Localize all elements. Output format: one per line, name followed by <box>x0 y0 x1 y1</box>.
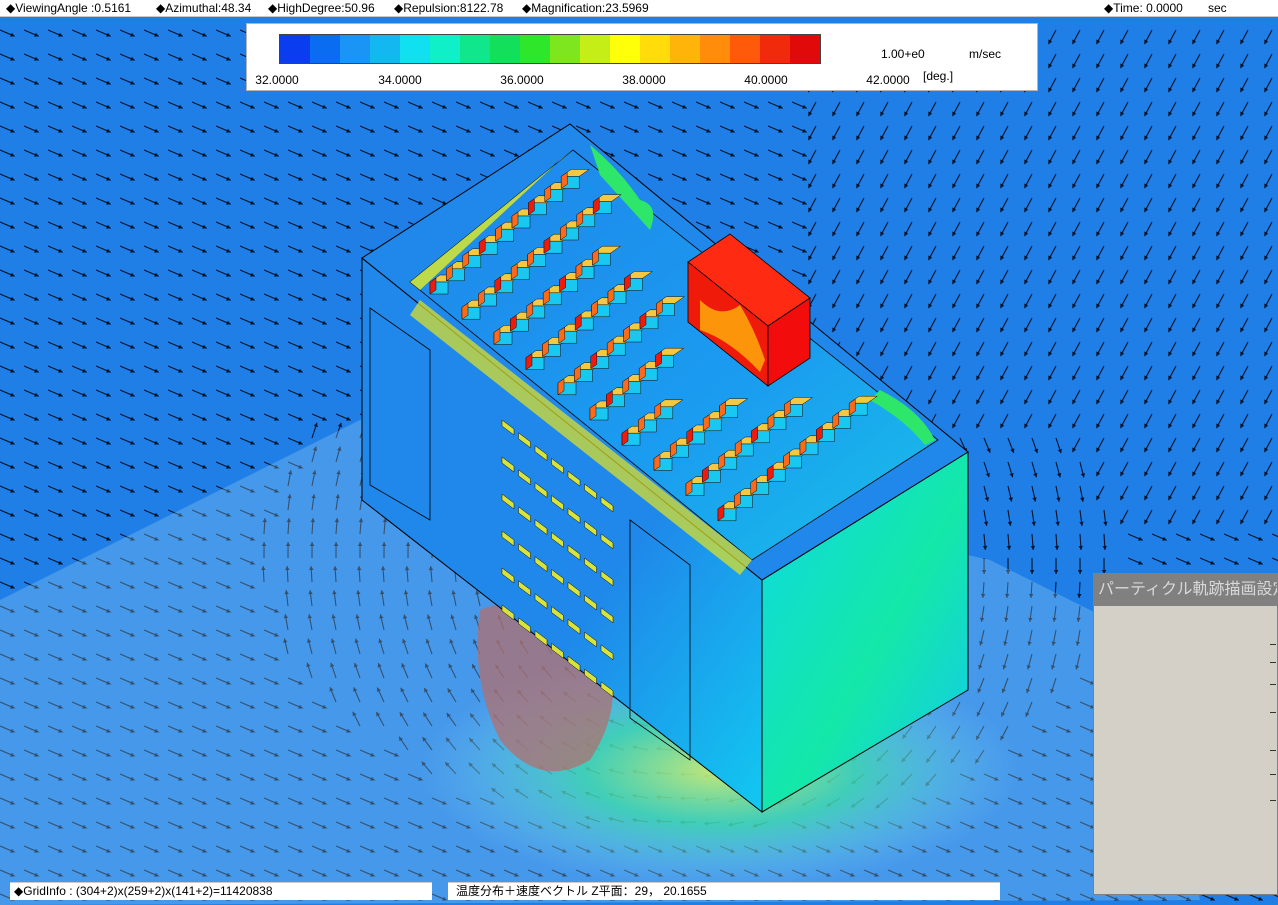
vector-scale-label: 1.00+e0 <box>881 47 925 61</box>
legend-swatch <box>640 35 670 63</box>
legend-swatch <box>550 35 580 63</box>
legend-tick-label: 34.0000 <box>378 73 422 87</box>
simulation-render <box>0 17 1278 905</box>
velocity-unit-label: m/sec <box>969 47 1002 61</box>
time-readout: ◆Time: 0.0000 <box>1104 1 1183 15</box>
grid-info-status: ◆GridInfo : (304+2)x(259+2)x(141+2)=1142… <box>10 882 432 900</box>
legend-swatch <box>580 35 610 63</box>
dialog-control-edge <box>1270 684 1276 685</box>
repulsion-readout: ◆Repulsion:8122.78 <box>394 1 504 15</box>
dialog-control-edge <box>1270 662 1276 663</box>
legend-swatch <box>670 35 700 63</box>
simulation-viewport[interactable] <box>0 17 1278 905</box>
dialog-control-edge <box>1270 774 1276 775</box>
legend-swatch <box>730 35 760 63</box>
legend-swatch <box>760 35 790 63</box>
legend-swatch <box>460 35 490 63</box>
viewing-angle-readout: ◆ViewingAngle :0.5161 <box>6 1 132 15</box>
magnification-readout: ◆Magnification:23.5969 <box>522 1 649 15</box>
dialog-control-edge <box>1270 712 1276 713</box>
dialog-control-edge <box>1270 644 1276 645</box>
legend-swatch <box>700 35 730 63</box>
legend-tick-label: 32.0000 <box>255 73 299 87</box>
high-degree-readout: ◆HighDegree:50.96 <box>268 1 375 15</box>
legend-tick-label: 40.0000 <box>744 73 788 87</box>
legend-swatch <box>430 35 460 63</box>
temperature-unit-label: [deg.] <box>923 69 954 83</box>
legend-swatch <box>520 35 550 63</box>
legend-tick-label: 36.0000 <box>500 73 544 87</box>
legend-color-bar <box>279 34 821 64</box>
legend-swatch <box>280 35 310 63</box>
legend-swatch <box>400 35 430 63</box>
dialog-control-edge <box>1270 750 1276 751</box>
color-legend: 1.00+e0 m/sec [deg.] 32.0000 34.0000 36.… <box>246 23 1038 91</box>
time-unit: sec <box>1208 1 1227 15</box>
legend-swatch <box>310 35 340 63</box>
legend-swatch <box>340 35 370 63</box>
dialog-control-edge <box>1270 800 1276 801</box>
legend-tick-label: 38.0000 <box>622 73 666 87</box>
azimuthal-readout: ◆Azimuthal:48.34 <box>156 1 252 15</box>
legend-swatch <box>610 35 640 63</box>
legend-tick-label: 42.0000 <box>866 73 910 87</box>
legend-swatch <box>370 35 400 63</box>
plane-info-status: 温度分布＋速度ベクトル Z平面：29， 20.1655 <box>448 882 1000 900</box>
dialog-title[interactable]: パーティクル軌跡描画設定ダ <box>1094 574 1277 606</box>
header-bar: ◆ViewingAngle :0.5161 ◆Azimuthal:48.34 ◆… <box>0 0 1278 17</box>
legend-swatch <box>490 35 520 63</box>
legend-swatch <box>790 35 820 63</box>
particle-trajectory-settings-dialog[interactable]: パーティクル軌跡描画設定ダ <box>1093 573 1278 895</box>
